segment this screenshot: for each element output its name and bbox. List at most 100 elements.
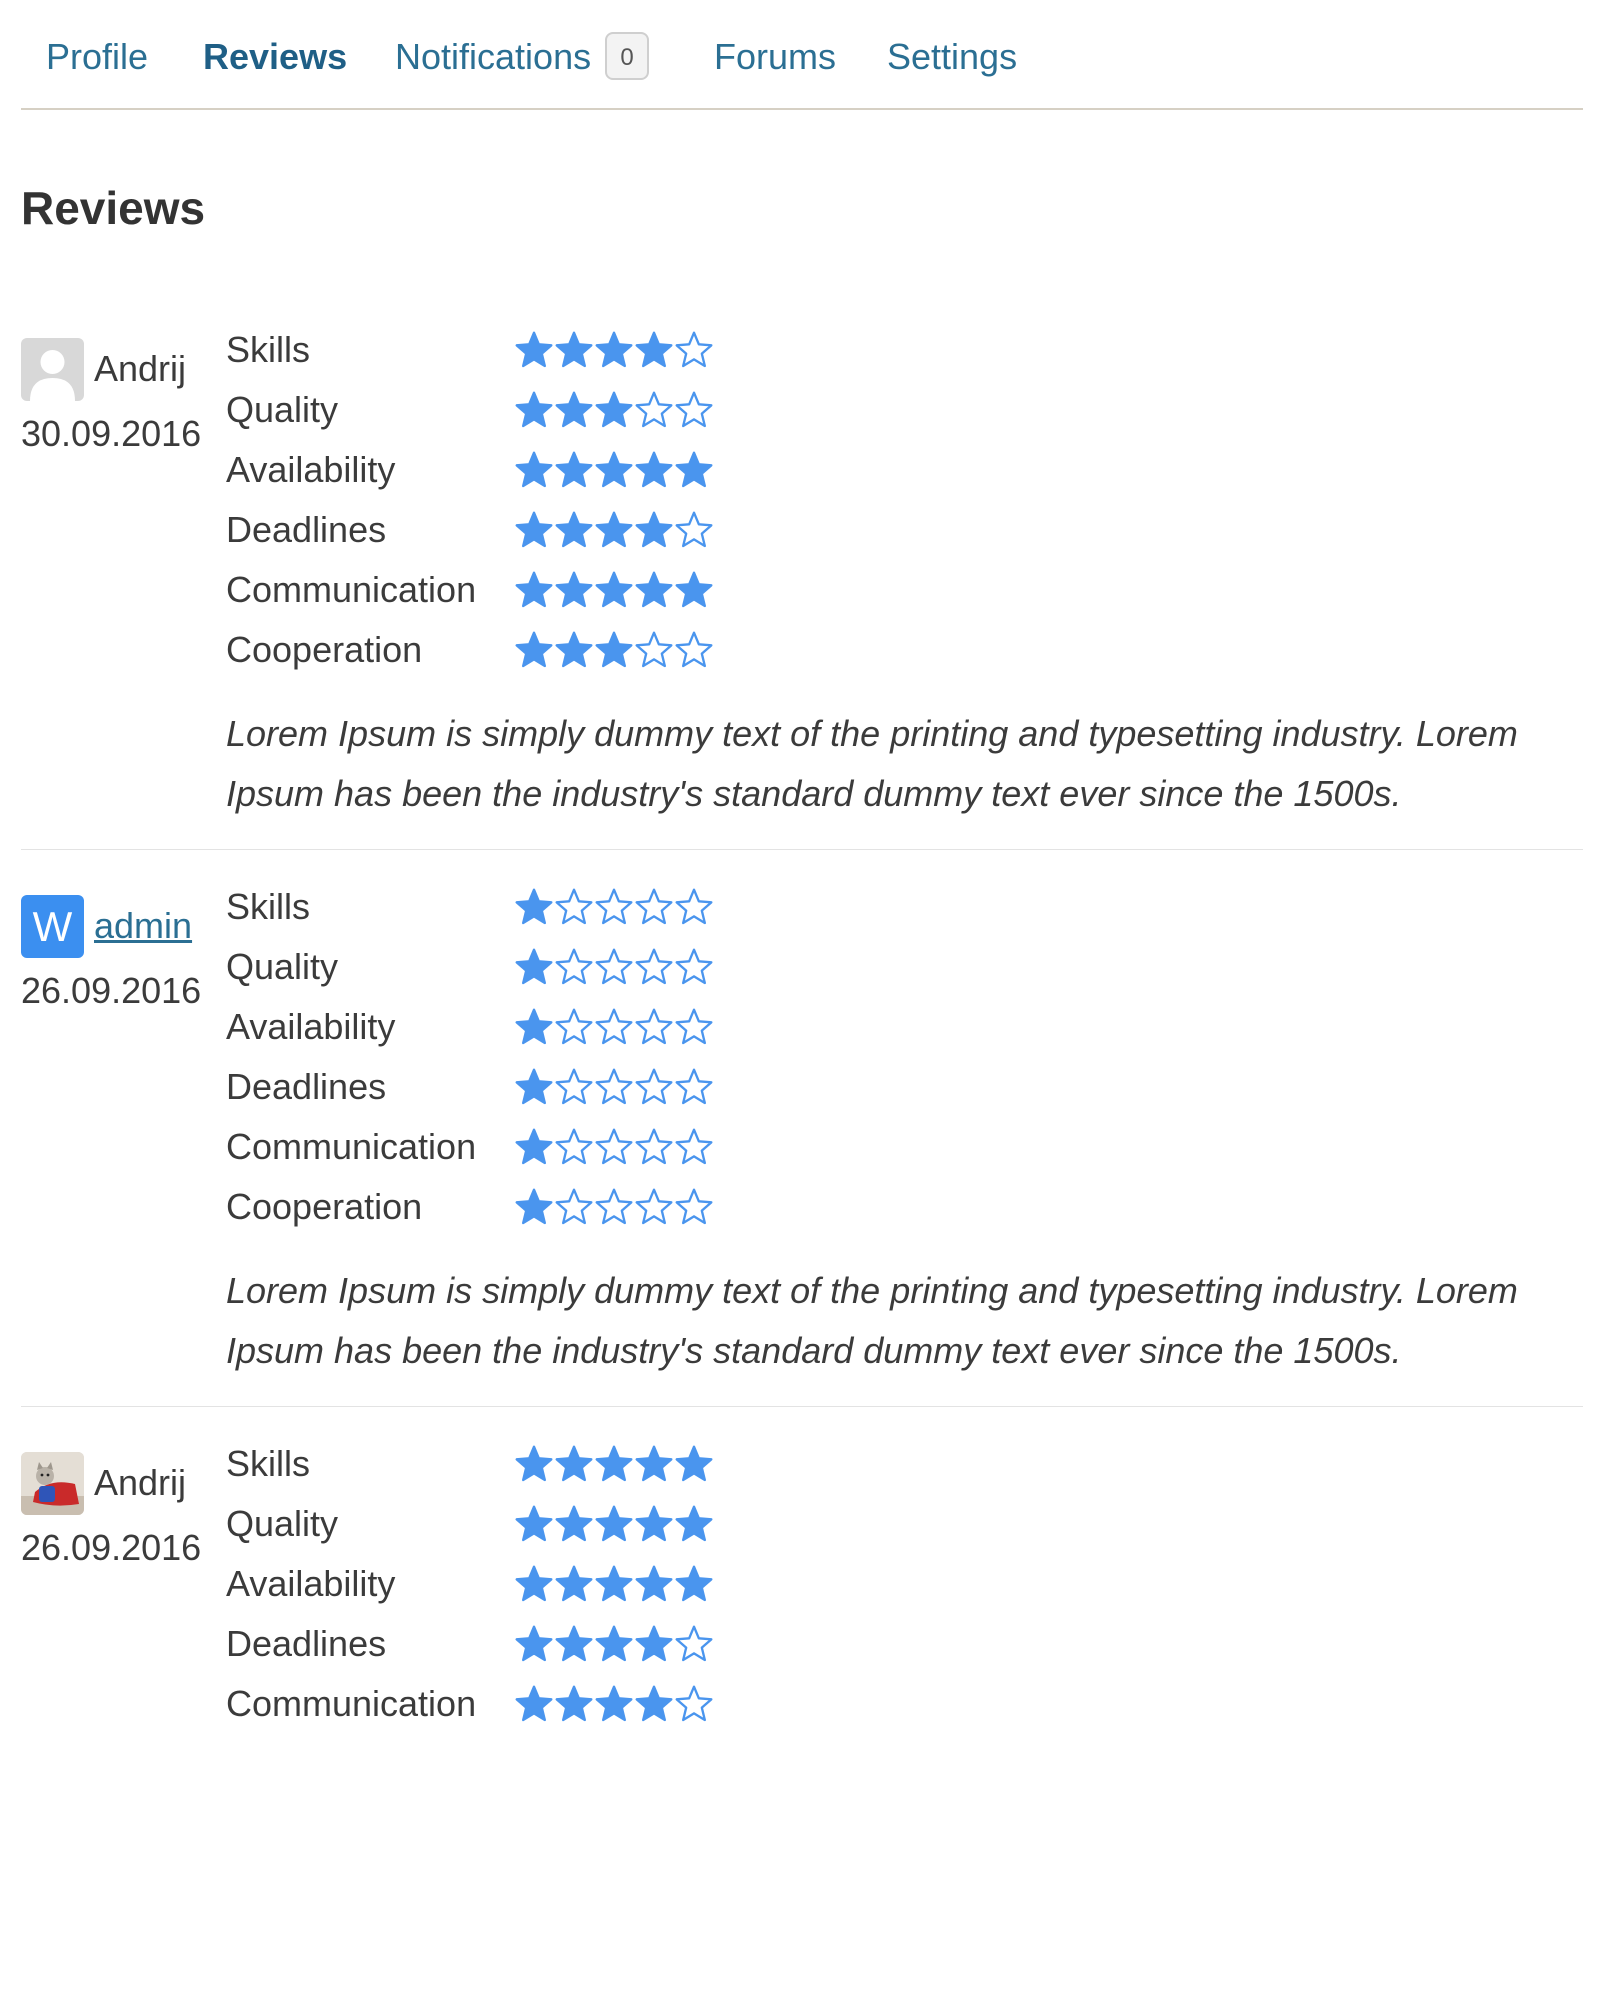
star-empty-icon (674, 1067, 714, 1107)
review-divider (21, 1406, 1583, 1407)
star-empty-icon (634, 390, 674, 430)
star-filled-icon (514, 1444, 554, 1484)
star-filled-icon (634, 1624, 674, 1664)
review-date: 26.09.2016 (21, 1527, 202, 1568)
star-empty-icon (554, 1127, 594, 1167)
star-filled-icon (514, 1067, 554, 1107)
star-filled-icon (634, 510, 674, 550)
star-filled-icon (514, 330, 554, 370)
star-filled-icon (514, 450, 554, 490)
rating-row: Skills (226, 320, 786, 380)
tab-settings[interactable]: Settings (887, 28, 1017, 86)
star-filled-icon (554, 570, 594, 610)
rating-label: Skills (226, 329, 311, 370)
rating-label: Communication (226, 569, 477, 610)
star-filled-icon (514, 887, 554, 927)
tab-forums[interactable]: Forums (714, 28, 836, 86)
avatar-letter: W (32, 903, 73, 950)
star-filled-icon (594, 1624, 634, 1664)
star-empty-icon (674, 1127, 714, 1167)
rating-label: Quality (226, 1503, 339, 1544)
rating-row: Skills (226, 1434, 786, 1494)
rating-row: Cooperation (226, 620, 786, 680)
review-item: Wadmin 26.09.2016 Skills Quality Availabilit… (21, 886, 1583, 1455)
star-filled-icon (594, 1564, 634, 1604)
default-avatar-icon[interactable] (21, 338, 84, 401)
rating-label: Deadlines (226, 509, 387, 550)
star-empty-icon (554, 1187, 594, 1227)
star-filled-icon (634, 1564, 674, 1604)
star-empty-icon (674, 390, 714, 430)
star-filled-icon (554, 1564, 594, 1604)
star-empty-icon (674, 330, 714, 370)
rating-row: Skills (226, 877, 786, 937)
rating-row: Availability (226, 997, 786, 1057)
star-empty-icon (554, 947, 594, 987)
review-date: 30.09.2016 (21, 413, 202, 454)
notifications-count-badge: 0 (605, 32, 650, 80)
star-filled-icon (634, 1684, 674, 1724)
star-filled-icon (594, 630, 634, 670)
tab-profile[interactable]: Profile (46, 28, 148, 86)
star-empty-icon (594, 1187, 634, 1227)
star-empty-icon (554, 1067, 594, 1107)
user-avatar[interactable]: W (21, 895, 84, 958)
rating-label: Communication (226, 1683, 477, 1724)
star-filled-icon (634, 450, 674, 490)
review-author[interactable]: admin (94, 901, 192, 951)
star-filled-icon (514, 510, 554, 550)
star-filled-icon (634, 570, 674, 610)
star-empty-icon (594, 1127, 634, 1167)
star-filled-icon (674, 570, 714, 610)
star-rating (514, 1504, 714, 1544)
review-divider (21, 849, 1583, 850)
star-filled-icon (554, 1504, 594, 1544)
star-empty-icon (594, 947, 634, 987)
star-empty-icon (674, 510, 714, 550)
tab-notifications[interactable]: Notifications 0 (395, 28, 650, 86)
star-filled-icon (634, 1444, 674, 1484)
star-filled-icon (554, 1624, 594, 1664)
star-rating (514, 330, 714, 370)
star-empty-icon (674, 630, 714, 670)
star-rating (514, 1007, 714, 1047)
rating-row: Communication (226, 1674, 786, 1734)
star-filled-icon (594, 450, 634, 490)
star-rating (514, 450, 714, 490)
rating-label: Deadlines (226, 1623, 387, 1664)
star-rating (514, 887, 714, 927)
tab-reviews[interactable]: Reviews (203, 28, 347, 86)
rating-label: Availability (226, 449, 396, 490)
star-filled-icon (554, 630, 594, 670)
tab-notifications-label: Notifications (395, 36, 592, 77)
star-filled-icon (594, 330, 634, 370)
star-empty-icon (594, 1007, 634, 1047)
star-filled-icon (594, 570, 634, 610)
user-avatar[interactable] (21, 1452, 84, 1515)
star-filled-icon (554, 330, 594, 370)
star-filled-icon (674, 450, 714, 490)
star-empty-icon (634, 1067, 674, 1107)
star-filled-icon (514, 1684, 554, 1724)
star-empty-icon (634, 1127, 674, 1167)
page-title: Reviews (21, 182, 206, 234)
star-empty-icon (554, 887, 594, 927)
star-empty-icon (554, 1007, 594, 1047)
star-rating (514, 630, 714, 670)
rating-label: Skills (226, 1443, 311, 1484)
star-filled-icon (514, 1187, 554, 1227)
star-filled-icon (514, 1504, 554, 1544)
profile-tabs: Profile Reviews Notifications 0 Forums Se… (21, 0, 1583, 110)
rating-label: Communication (226, 1126, 477, 1167)
rating-row: Deadlines (226, 1614, 786, 1674)
rating-label: Skills (226, 886, 311, 927)
star-filled-icon (674, 1564, 714, 1604)
rating-row: Deadlines (226, 1057, 786, 1117)
star-rating (514, 1127, 714, 1167)
star-filled-icon (514, 630, 554, 670)
star-filled-icon (554, 510, 594, 550)
star-rating (514, 1564, 714, 1604)
star-rating (514, 1684, 714, 1724)
rating-row: Communication (226, 560, 786, 620)
review-author: Andrij (94, 348, 187, 389)
